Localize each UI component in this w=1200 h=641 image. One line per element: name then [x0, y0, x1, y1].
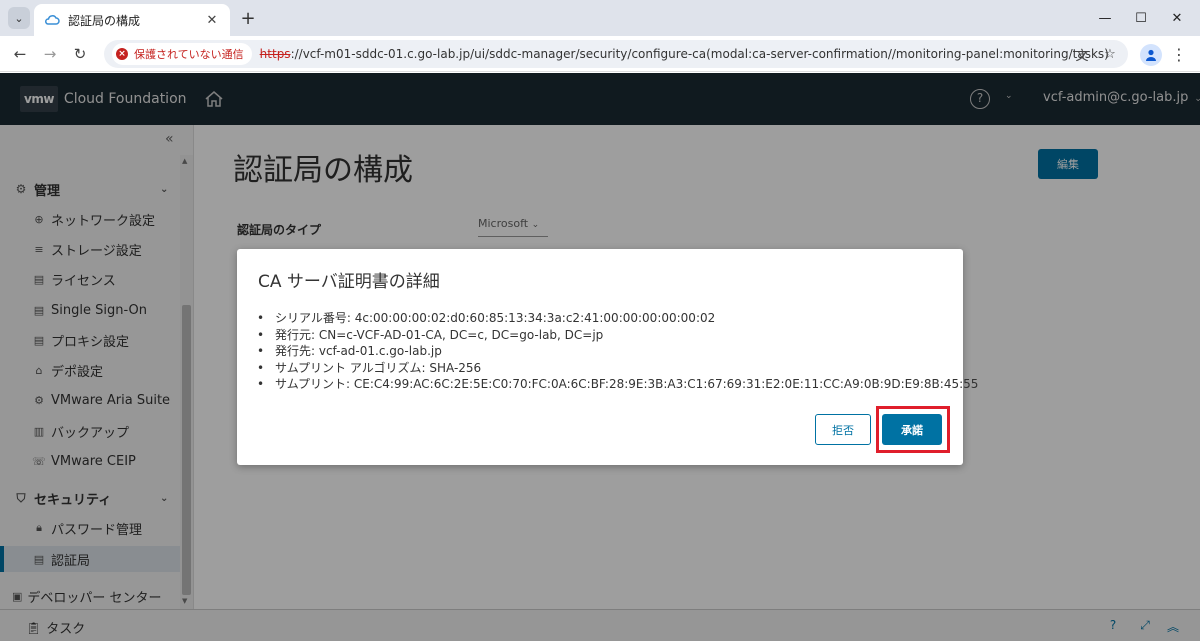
tab-close-icon[interactable]: ✕ — [204, 13, 220, 28]
tab-title: 認証局の構成 — [68, 13, 141, 28]
bullet: • — [257, 344, 265, 358]
forward-button[interactable]: → — [38, 42, 62, 66]
warning-icon: × — [116, 48, 128, 60]
detail-issuer: • 発行元: CN=c-VCF-AD-01-CA, DC=c, DC=go-lab… — [257, 327, 978, 344]
ca-certificate-modal: CA サーバ証明書の詳細 • シリアル番号: 4c:00:00:00:02:d0:… — [237, 249, 978, 465]
detail-text: 発行先: vcf-ad-01.c.go-lab.jp — [275, 344, 442, 358]
detail-thumbprint: • サムプリント: CE:C4:99:AC:6C:2E:5E:C0:70:FC:0… — [257, 376, 978, 393]
bullet: • — [257, 377, 265, 391]
browser-tab-bar: ⌄ 認証局の構成 ✕ + — ☐ ✕ — [0, 0, 1200, 36]
address-bar[interactable]: × 保護されていない通信 https://vcf-m01-sddc-01.c.g… — [104, 40, 1128, 68]
chevron-down-icon: ⌄ — [14, 11, 24, 25]
maximize-icon: ☐ — [1135, 10, 1147, 26]
person-icon — [1146, 49, 1156, 61]
browser-menu-icon[interactable]: ⋮ — [1170, 44, 1188, 66]
detail-thumbprint-algorithm: • サムプリント アルゴリズム: SHA-256 — [257, 360, 978, 377]
close-icon: ✕ — [1171, 10, 1183, 26]
url-path: ://vcf-m01-sddc-01.c.go-lab.jp/ui/sddc-m… — [290, 47, 1109, 61]
security-chip[interactable]: × 保護されていない通信 — [112, 43, 252, 65]
translate-icon[interactable]: 文 — [1072, 44, 1092, 64]
detail-text: サムプリント: CE:C4:99:AC:6C:2E:5E:C0:70:FC:0A… — [275, 377, 979, 391]
detail-text: 発行元: CN=c-VCF-AD-01-CA, DC=c, DC=go-lab,… — [275, 327, 604, 342]
url-text[interactable]: https://vcf-m01-sddc-01.c.go-lab.jp/ui/s… — [260, 47, 1109, 61]
reject-button[interactable]: 拒否 — [815, 414, 871, 445]
close-window-button[interactable]: ✕ — [1154, 6, 1200, 30]
security-label: 保護されていない通信 — [134, 48, 244, 61]
reload-button[interactable]: ↻ — [68, 42, 92, 66]
bookmark-star-icon[interactable]: ☆ — [1100, 44, 1120, 64]
new-tab-button[interactable]: + — [236, 6, 260, 30]
minimize-icon: — — [1098, 10, 1112, 26]
cloud-favicon-icon — [44, 12, 60, 28]
browser-toolbar: ← → ↻ × 保護されていない通信 https://vcf-m01-sddc-… — [0, 36, 1200, 72]
reload-icon: ↻ — [73, 45, 87, 63]
profile-avatar[interactable] — [1140, 44, 1162, 66]
url-scheme: https — [259, 47, 291, 61]
bullet: • — [257, 360, 265, 375]
tab-search-button[interactable]: ⌄ — [8, 7, 30, 29]
bullet: • — [257, 327, 265, 342]
accept-button-highlight — [876, 406, 950, 453]
bullet: • — [257, 311, 265, 325]
arrow-left-icon: ← — [13, 45, 27, 63]
detail-serial-number: • シリアル番号: 4c:00:00:00:02:d0:60:85:13:34:3… — [257, 310, 978, 327]
detail-subject: • 発行先: vcf-ad-01.c.go-lab.jp — [257, 343, 978, 360]
modal-title: CA サーバ証明書の詳細 — [258, 272, 440, 292]
browser-tab[interactable]: 認証局の構成 ✕ — [34, 4, 230, 36]
detail-text: シリアル番号: 4c:00:00:00:02:d0:60:85:13:34:3a… — [275, 311, 716, 325]
arrow-right-icon: → — [43, 45, 57, 63]
detail-text: サムプリント アルゴリズム: SHA-256 — [275, 360, 482, 375]
plus-icon: + — [240, 7, 256, 29]
back-button[interactable]: ← — [8, 42, 32, 66]
certificate-details-list: • シリアル番号: 4c:00:00:00:02:d0:60:85:13:34:3… — [257, 310, 978, 393]
